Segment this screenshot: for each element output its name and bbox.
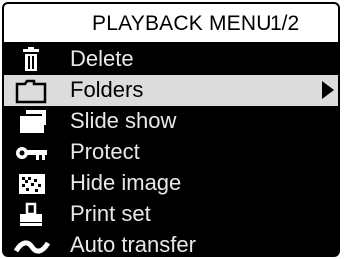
menu-item-auto-transfer[interactable]: Auto transfer <box>4 230 338 257</box>
print-icon <box>12 202 52 228</box>
hide-image-icon <box>12 171 52 197</box>
menu-item-slide-show[interactable]: Slide show <box>4 106 338 137</box>
key-icon <box>12 140 52 166</box>
menu-list: Delete Folders Slide show Protect Hide i… <box>4 44 338 257</box>
menu-title: PLAYBACK MENU <box>92 12 272 35</box>
menu-item-folders[interactable]: Folders <box>4 75 338 106</box>
transfer-icon <box>12 233 52 255</box>
menu-item-label: Hide image <box>70 170 182 195</box>
menu-item-label: Slide show <box>70 108 177 133</box>
menu-item-label: Delete <box>70 46 134 71</box>
menu-header: PLAYBACK MENU 1/2 <box>4 4 338 42</box>
folder-icon <box>12 78 52 104</box>
menu-item-hide-image[interactable]: Hide image <box>4 168 338 199</box>
submenu-arrow-icon <box>322 81 334 99</box>
menu-item-label: Protect <box>70 139 140 164</box>
page-indicator: 1/2 <box>270 12 300 35</box>
menu-item-label: Auto transfer <box>70 232 196 257</box>
menu-item-label: Folders <box>70 77 144 102</box>
menu-item-label: Print set <box>70 201 151 226</box>
playback-menu-screen: PLAYBACK MENU 1/2 Delete Folders Slide s… <box>2 2 340 257</box>
trash-icon <box>12 47 52 73</box>
menu-item-print-set[interactable]: Print set <box>4 199 338 230</box>
menu-item-protect[interactable]: Protect <box>4 137 338 168</box>
menu-item-delete[interactable]: Delete <box>4 44 338 75</box>
slide-show-icon <box>12 109 52 135</box>
